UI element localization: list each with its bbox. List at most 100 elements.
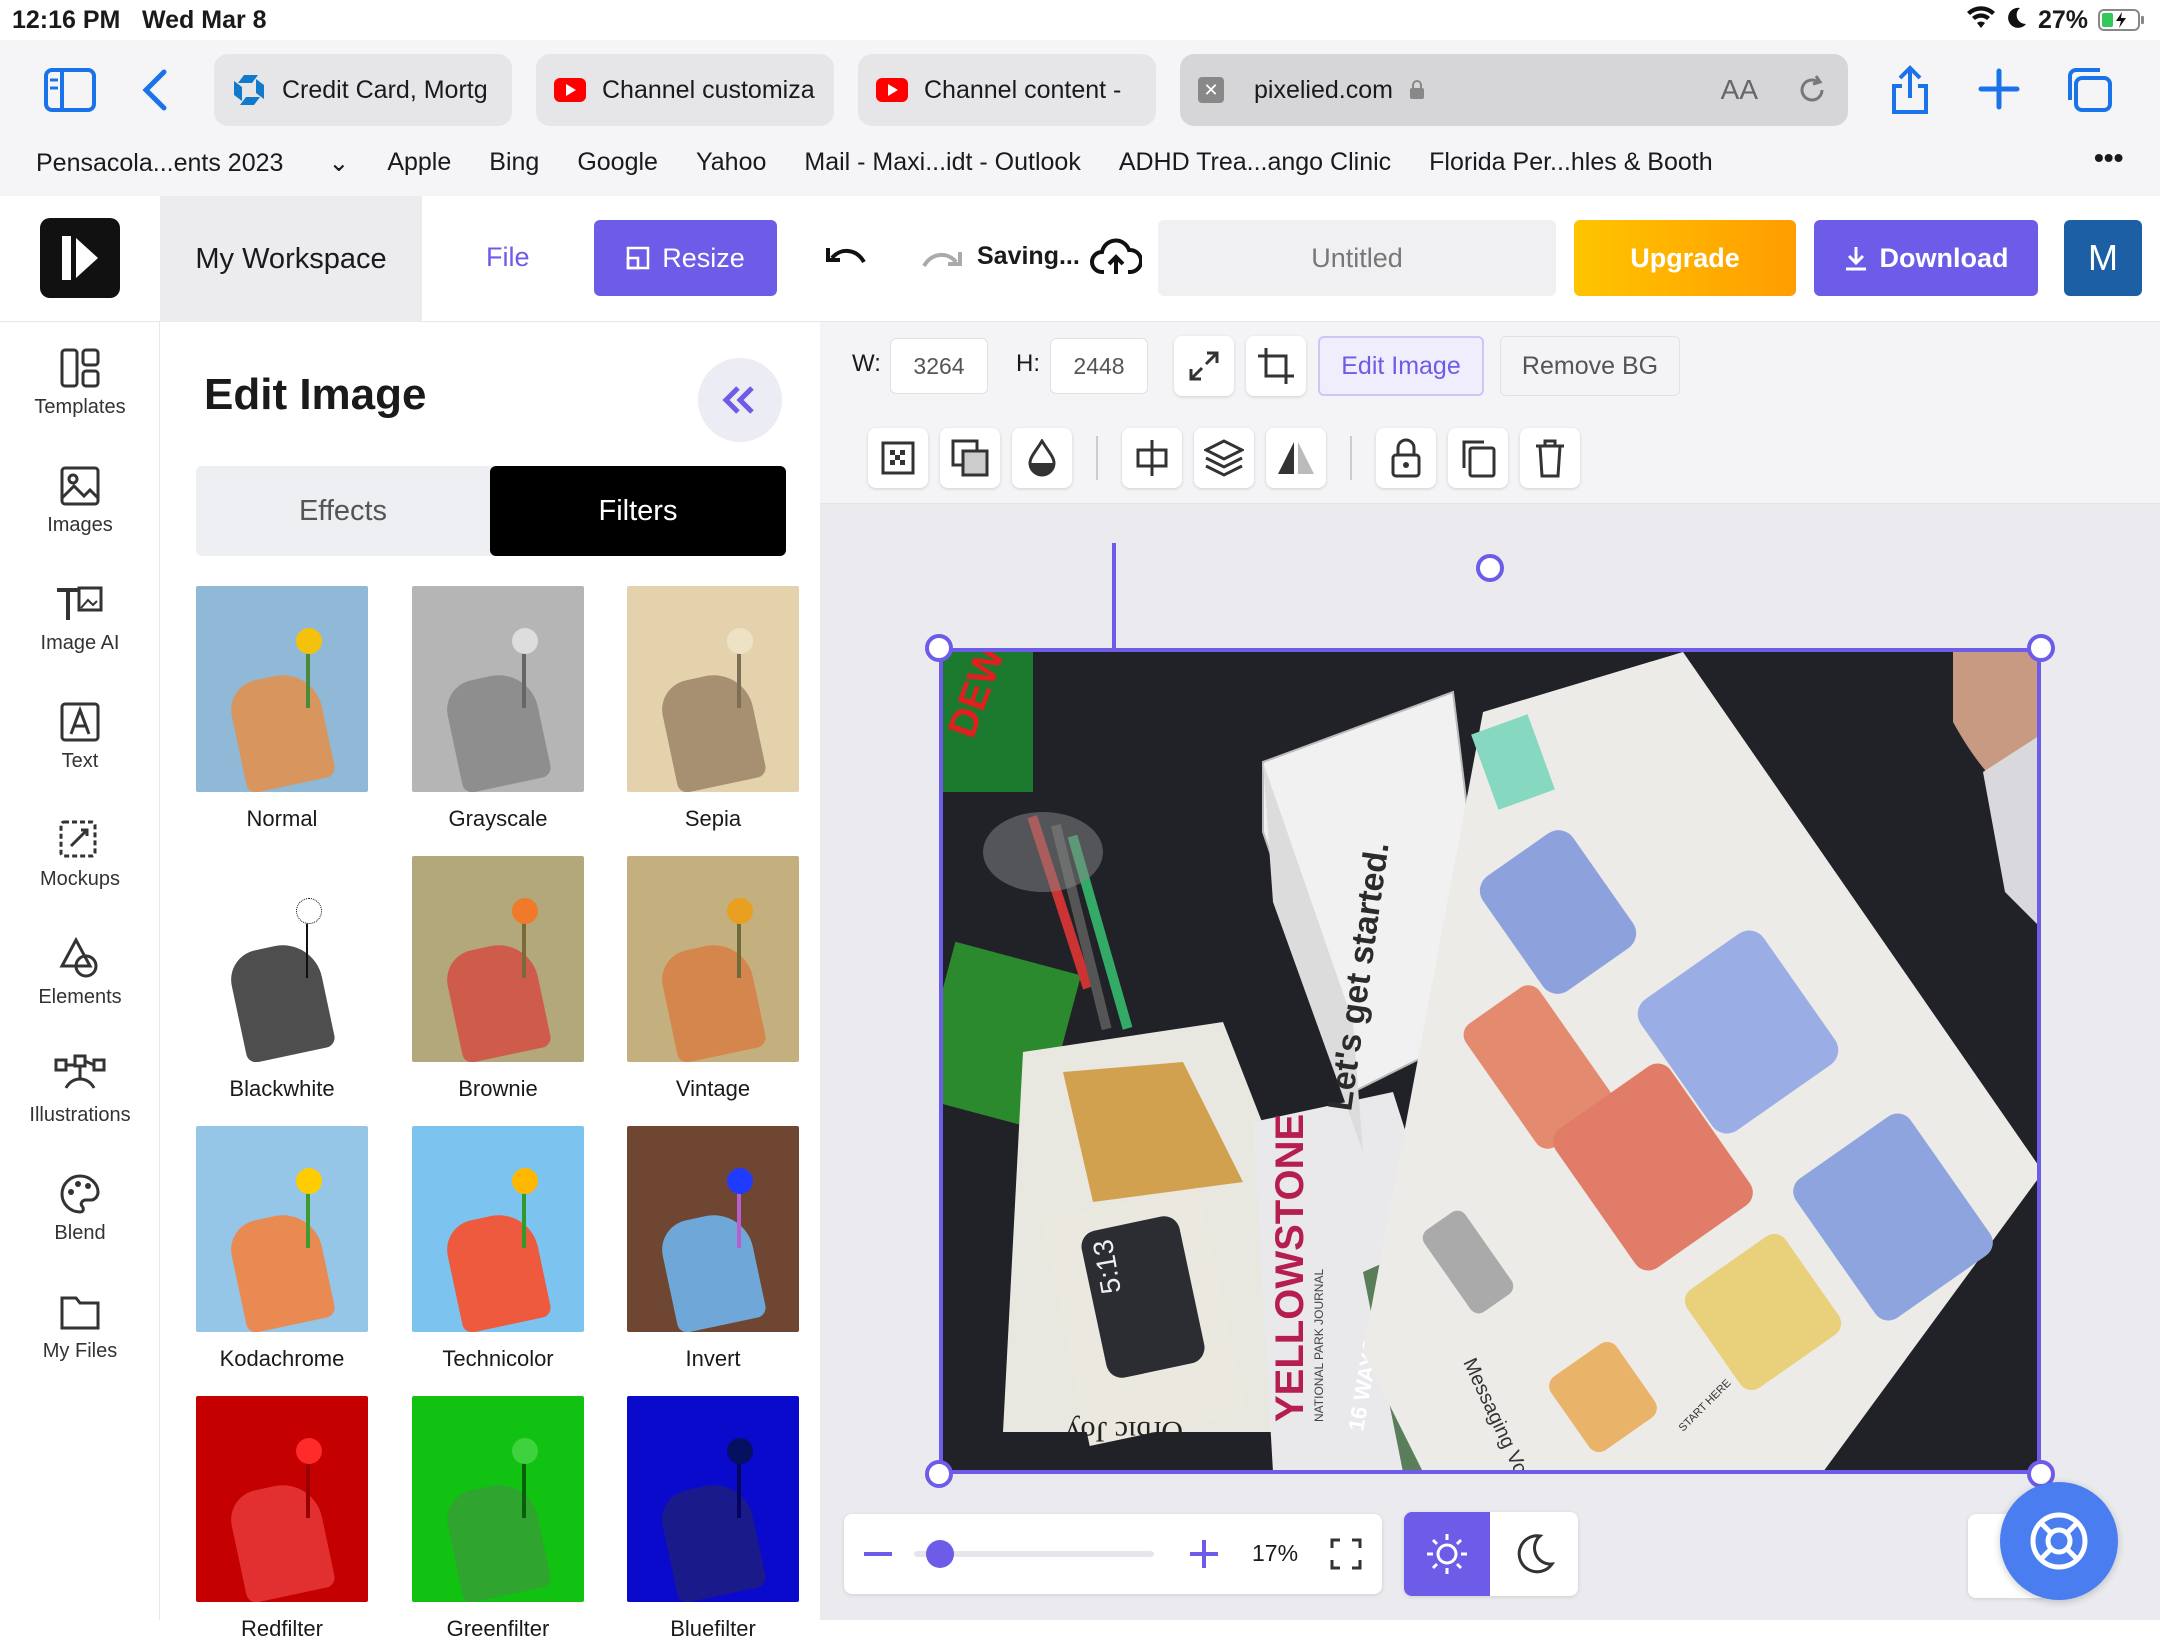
- text-size-button[interactable]: AA: [1721, 74, 1758, 106]
- favorite-item[interactable]: ADHD Trea...ango Clinic: [1119, 148, 1391, 178]
- filter-redfilter[interactable]: Redfilter: [196, 1396, 368, 1642]
- image-ai-icon: [57, 586, 103, 620]
- youtube-icon: [876, 78, 908, 102]
- help-button[interactable]: [2000, 1482, 2118, 1600]
- filter-kodachrome[interactable]: Kodachrome: [196, 1126, 368, 1372]
- favorite-item[interactable]: Mail - Maxi...idt - Outlook: [804, 148, 1080, 178]
- tab-pixelied[interactable]: ✕ pixelied.com AA: [1180, 54, 1848, 126]
- filter-sepia[interactable]: Sepia: [627, 586, 799, 832]
- tab-channel-customization[interactable]: Channel customiza: [536, 54, 834, 126]
- tabs-overview-icon[interactable]: [2064, 66, 2114, 119]
- selected-image[interactable]: DEW 5:13 Orbic Joy YELLOWSTONE NATIONAL …: [939, 648, 2041, 1474]
- moon-icon: [2006, 6, 2028, 37]
- file-menu[interactable]: File: [486, 242, 530, 273]
- sidebar-item-image-ai[interactable]: Image AI: [0, 582, 160, 655]
- layers-button[interactable]: [1194, 428, 1254, 488]
- favorites-bar: Pensacola...ents 2023 ⌄ Apple Bing Googl…: [36, 148, 1751, 178]
- align-button[interactable]: [1122, 428, 1182, 488]
- favorite-item[interactable]: Bing: [489, 148, 539, 178]
- redo-icon[interactable]: [918, 244, 964, 281]
- undo-icon[interactable]: [824, 242, 870, 279]
- close-tab-icon[interactable]: ✕: [1198, 77, 1224, 103]
- resize-handle-bottom-left[interactable]: [925, 1460, 953, 1488]
- filter-invert[interactable]: Invert: [627, 1126, 799, 1372]
- left-sidebar: Templates Images Image AI Text Mockups E…: [0, 322, 160, 1620]
- image-toolbar: W: 3264 H: 2448 Edit Image Remove BG: [820, 322, 2160, 412]
- avatar[interactable]: M: [2064, 220, 2142, 296]
- tab-effects[interactable]: Effects: [196, 466, 490, 556]
- sidebar-item-illustrations[interactable]: Illustrations: [0, 1054, 160, 1127]
- reload-icon[interactable]: [1794, 72, 1830, 108]
- filter-thumbnail: [627, 1126, 799, 1332]
- tab-filters[interactable]: Filters: [490, 466, 786, 556]
- tab-channel-content[interactable]: Channel content -: [858, 54, 1156, 126]
- width-input[interactable]: 3264: [890, 338, 988, 394]
- new-tab-icon[interactable]: [1978, 68, 2020, 115]
- pixelied-logo[interactable]: [40, 218, 120, 298]
- resize-button[interactable]: Resize: [594, 220, 777, 296]
- light-mode-button[interactable]: [1404, 1512, 1490, 1596]
- sidebar-item-templates[interactable]: Templates: [0, 346, 160, 419]
- tab-credit-card[interactable]: Credit Card, Mortg: [214, 54, 512, 126]
- rotate-connector: [1112, 543, 1116, 648]
- document-title-input[interactable]: Untitled: [1158, 220, 1556, 296]
- favorite-item[interactable]: Apple: [387, 148, 451, 178]
- zoom-slider-thumb[interactable]: [925, 1540, 954, 1568]
- fit-screen-icon[interactable]: [1330, 1538, 1362, 1575]
- arrange-toolbar: [820, 412, 2160, 504]
- transparency-button[interactable]: [868, 428, 928, 488]
- copy-button[interactable]: [1448, 428, 1508, 488]
- more-favorites-button[interactable]: •••: [2094, 142, 2123, 174]
- share-icon[interactable]: [1888, 64, 1932, 121]
- download-button[interactable]: Download: [1814, 220, 2038, 296]
- zoom-in-icon[interactable]: [1188, 1538, 1220, 1575]
- delete-button[interactable]: [1520, 428, 1580, 488]
- filter-bluefilter[interactable]: Bluefilter: [627, 1396, 799, 1642]
- collapse-panel-button[interactable]: [698, 358, 782, 442]
- transparency-icon: [881, 441, 915, 475]
- download-icon: [1845, 247, 1866, 271]
- color-drop-button[interactable]: [1012, 428, 1072, 488]
- expand-button[interactable]: [1174, 336, 1234, 396]
- filter-grayscale[interactable]: Grayscale: [412, 586, 584, 832]
- filter-technicolor[interactable]: Technicolor: [412, 1126, 584, 1372]
- remove-bg-button[interactable]: Remove BG: [1500, 336, 1680, 396]
- sidebar-item-elements[interactable]: Elements: [0, 936, 160, 1009]
- rotate-handle[interactable]: [1476, 554, 1504, 582]
- zoom-out-icon[interactable]: [864, 1552, 892, 1556]
- crop-button[interactable]: [1246, 336, 1306, 396]
- favorite-item[interactable]: Florida Per...hles & Booth: [1429, 148, 1712, 178]
- zoom-slider-track[interactable]: [914, 1540, 1154, 1568]
- lock-button[interactable]: [1376, 428, 1436, 488]
- back-icon[interactable]: [142, 68, 168, 117]
- filter-blackwhite[interactable]: Blackwhite: [196, 856, 368, 1102]
- sidebar-item-blend[interactable]: Blend: [0, 1172, 160, 1245]
- filter-vintage[interactable]: Vintage: [627, 856, 799, 1102]
- filter-brownie[interactable]: Brownie: [412, 856, 584, 1102]
- sidebar-toggle-icon[interactable]: [44, 68, 96, 117]
- workspace-button[interactable]: My Workspace: [160, 196, 422, 322]
- palette-icon: [60, 1174, 100, 1214]
- edit-image-button[interactable]: Edit Image: [1318, 336, 1484, 396]
- flip-button[interactable]: [1266, 428, 1326, 488]
- filter-normal[interactable]: Normal: [196, 586, 368, 832]
- sidebar-item-images[interactable]: Images: [0, 464, 160, 537]
- illustrations-icon: [54, 1054, 106, 1089]
- filter-thumbnail: [196, 856, 368, 1062]
- upgrade-button[interactable]: Upgrade: [1574, 220, 1796, 296]
- expand-icon: [1189, 351, 1219, 381]
- resize-handle-top-left[interactable]: [925, 634, 953, 662]
- favorite-item[interactable]: Yahoo: [696, 148, 766, 178]
- resize-handle-top-right[interactable]: [2027, 634, 2055, 662]
- duplicate-layer-button[interactable]: [940, 428, 1000, 488]
- dark-mode-button[interactable]: [1490, 1512, 1578, 1596]
- height-input[interactable]: 2448: [1050, 338, 1148, 394]
- sidebar-item-text[interactable]: Text: [0, 700, 160, 773]
- favorite-item[interactable]: Google: [577, 148, 658, 178]
- filter-thumbnail: [196, 1396, 368, 1602]
- sidebar-item-my-files[interactable]: My Files: [0, 1290, 160, 1363]
- filter-greenfilter[interactable]: Greenfilter: [412, 1396, 584, 1642]
- favorite-item[interactable]: Pensacola...ents 2023 ⌄: [36, 148, 349, 178]
- crop-icon: [1258, 348, 1294, 384]
- sidebar-item-mockups[interactable]: Mockups: [0, 818, 160, 891]
